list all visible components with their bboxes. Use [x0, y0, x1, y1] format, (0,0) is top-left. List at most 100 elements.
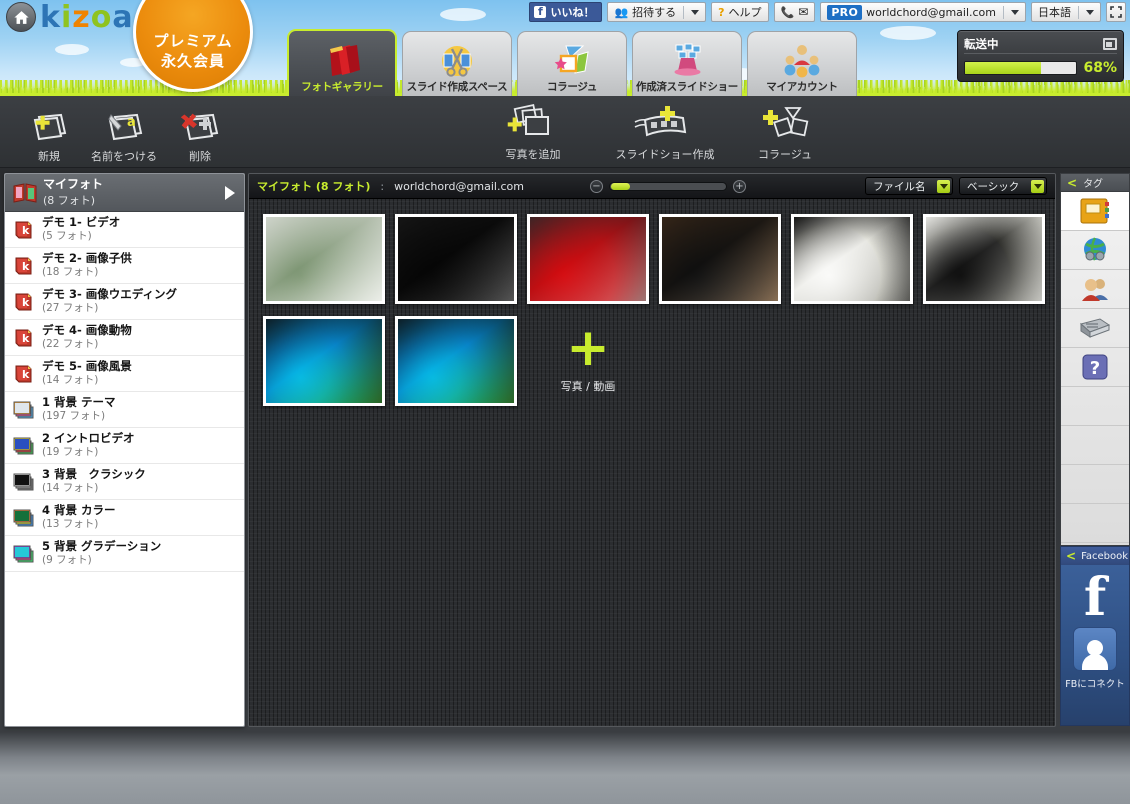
photo-thumbnail[interactable] [527, 214, 649, 304]
chevron-down-icon[interactable] [1086, 9, 1094, 15]
view-dropdown[interactable]: ベーシック [959, 177, 1047, 195]
create-collage-icon [752, 104, 818, 144]
zoom-out-icon[interactable]: − [589, 179, 603, 193]
magic-hat-glyph [674, 43, 701, 76]
create-slideshow-button[interactable]: スライドショー作成 [615, 104, 715, 162]
album-list-item[interactable]: k デモ 4- 画像動物 (22 フォト) [5, 320, 244, 356]
help-button[interactable]: ? ヘルプ [711, 2, 769, 22]
mail-icon[interactable]: ✉ [798, 5, 808, 19]
photo-thumbnail[interactable] [923, 214, 1045, 304]
tag-panel-header[interactable]: < タグ [1060, 173, 1130, 191]
tab-my-account[interactable]: マイアカウント [747, 31, 857, 98]
rail-item-globe-goggles[interactable] [1061, 231, 1129, 270]
person-icon [1082, 640, 1108, 670]
photo-thumbnail[interactable] [263, 214, 385, 304]
rail-item-people[interactable] [1061, 270, 1129, 309]
chevron-left-icon[interactable]: < [1067, 177, 1077, 189]
album-count: (14 フォト) [42, 482, 99, 495]
zoom-slider-track[interactable] [608, 181, 727, 191]
chevron-down-icon[interactable] [937, 179, 950, 193]
album-list-item[interactable]: k デモ 3- 画像ウエディング (27 フォト) [5, 284, 244, 320]
people-group-icon [782, 41, 822, 79]
zoom-in-icon[interactable]: + [732, 179, 746, 193]
account-menu[interactable]: PRO worldchord@gmail.com [820, 2, 1026, 22]
album-list-item[interactable]: k デモ 5- 画像風景 (14 フォト) [5, 356, 244, 392]
tab-created-slideshows[interactable]: 作成済スライドショー [632, 31, 742, 98]
album-list-item[interactable]: 3 背景 クラシック (14 フォト) [5, 464, 244, 500]
rail-item-address-book[interactable] [1061, 192, 1129, 231]
chevron-left-icon[interactable]: < [1066, 550, 1076, 562]
photo-image [266, 217, 382, 301]
album-text-block: デモ 1- ビデオ (5 フォト) [42, 215, 121, 242]
album-list-item[interactable]: k デモ 2- 画像子供 (18 フォト) [5, 248, 244, 284]
chevron-down-icon[interactable] [691, 9, 700, 15]
people-icon [1082, 279, 1108, 301]
album-text-block: 5 背景 グラデーション (9 フォト) [42, 539, 161, 567]
chevron-right-icon[interactable] [225, 186, 235, 200]
tab-photo-gallery[interactable]: フォトギャラリー [287, 29, 397, 98]
album-list-item[interactable]: 2 イントロビデオ (19 フォト) [5, 428, 244, 464]
invite-button[interactable]: 👥 招待する [607, 2, 707, 22]
content-header-dropdowns: ファイル名 ベーシック [865, 177, 1047, 195]
photo-thumbnail[interactable] [263, 316, 385, 406]
tab-slideshow-workspace[interactable]: スライド作成スペース [402, 31, 512, 98]
album-list-item[interactable]: 5 背景 グラデーション (9 フォト) [5, 536, 244, 572]
album-name: デモ 1- ビデオ [42, 215, 121, 230]
delete-album-button[interactable]: 削除 [175, 106, 225, 164]
album-text-block: デモ 3- 画像ウエディング (27 フォト) [42, 287, 177, 314]
facebook-connect-button[interactable] [1073, 627, 1117, 671]
divider [683, 5, 685, 19]
facebook-like-button[interactable]: f いいね！ [529, 2, 603, 22]
tab-label: スライド作成スペース [406, 81, 508, 93]
svg-text:?: ? [1090, 358, 1100, 379]
svg-text:k: k [22, 368, 30, 381]
zoom-slider-thumb[interactable] [610, 182, 630, 190]
album-list-item[interactable]: 1 背景 テーマ (197 フォト) [5, 392, 244, 428]
photo-image [926, 217, 1042, 301]
album-name: 2 イントロビデオ [42, 431, 135, 446]
album-count: (8 フォト) [43, 194, 96, 207]
content-separator: : [380, 179, 385, 193]
rail-item-newspaper[interactable] [1061, 309, 1129, 348]
add-photo-button[interactable]: 写真を追加 [500, 104, 566, 162]
add-photo-glyph [507, 104, 549, 135]
main-navigation-tabs: フォトギャラリー スライド作成スペース コラージュ 作成済スライドショー マイア… [287, 29, 857, 98]
photo-books-glyph [330, 45, 360, 76]
facebook-panel-header[interactable]: < Facebook [1061, 547, 1129, 565]
rename-album-button[interactable]: a 名前をつける [84, 106, 164, 164]
new-album-button[interactable]: 新規 [24, 106, 74, 164]
home-glyph [13, 10, 29, 24]
create-collage-button[interactable]: コラージュ [752, 104, 818, 162]
album-list-panel: マイフォト (8 フォト) k デモ 1- ビデオ (5 フォト) k デモ 2- 画像… [4, 173, 245, 727]
album-item-selected[interactable]: マイフォト (8 フォト) [5, 174, 244, 212]
photo-thumbnail[interactable] [395, 316, 517, 406]
rail-item-help[interactable]: ? [1061, 348, 1129, 387]
photo-thumbnail[interactable] [791, 214, 913, 304]
album-list-item[interactable]: 4 背景 カラー (13 フォト) [5, 500, 244, 536]
kizoa-logo[interactable]: kizoa [40, 0, 134, 35]
tool-label: コラージュ [757, 148, 812, 161]
photo-thumbnail[interactable] [395, 214, 517, 304]
transfer-label: 転送中 [964, 36, 999, 51]
tool-label: 名前をつける [91, 150, 157, 163]
photo-thumbnail[interactable] [659, 214, 781, 304]
contact-buttons[interactable]: 📞 ✉ [773, 2, 816, 22]
album-count: (9 フォト) [42, 554, 92, 567]
stack-video-icon [13, 436, 35, 456]
album-name: 3 背景 クラシック [42, 467, 146, 482]
home-icon[interactable] [6, 2, 36, 32]
open-book-icon [13, 182, 37, 203]
language-selector[interactable]: 日本語 [1031, 2, 1101, 22]
phone-icon[interactable]: 📞 [781, 6, 795, 19]
chevron-down-icon[interactable] [1011, 9, 1019, 15]
chevron-down-icon[interactable] [1031, 179, 1044, 193]
bottom-desktop-area [0, 732, 1130, 804]
svg-text:a: a [127, 115, 136, 130]
tab-collage[interactable]: コラージュ [517, 31, 627, 98]
album-list-item[interactable]: k デモ 1- ビデオ (5 フォト) [5, 212, 244, 248]
add-photo-tile[interactable]: + 写真 / 動画 [527, 316, 649, 406]
window-restore-icon[interactable] [1103, 37, 1117, 50]
album-rows-container: k デモ 1- ビデオ (5 フォト) k デモ 2- 画像子供 (18 フォト) k デモ … [5, 212, 244, 572]
sort-dropdown[interactable]: ファイル名 [865, 177, 953, 195]
fullscreen-icon[interactable] [1106, 2, 1126, 22]
